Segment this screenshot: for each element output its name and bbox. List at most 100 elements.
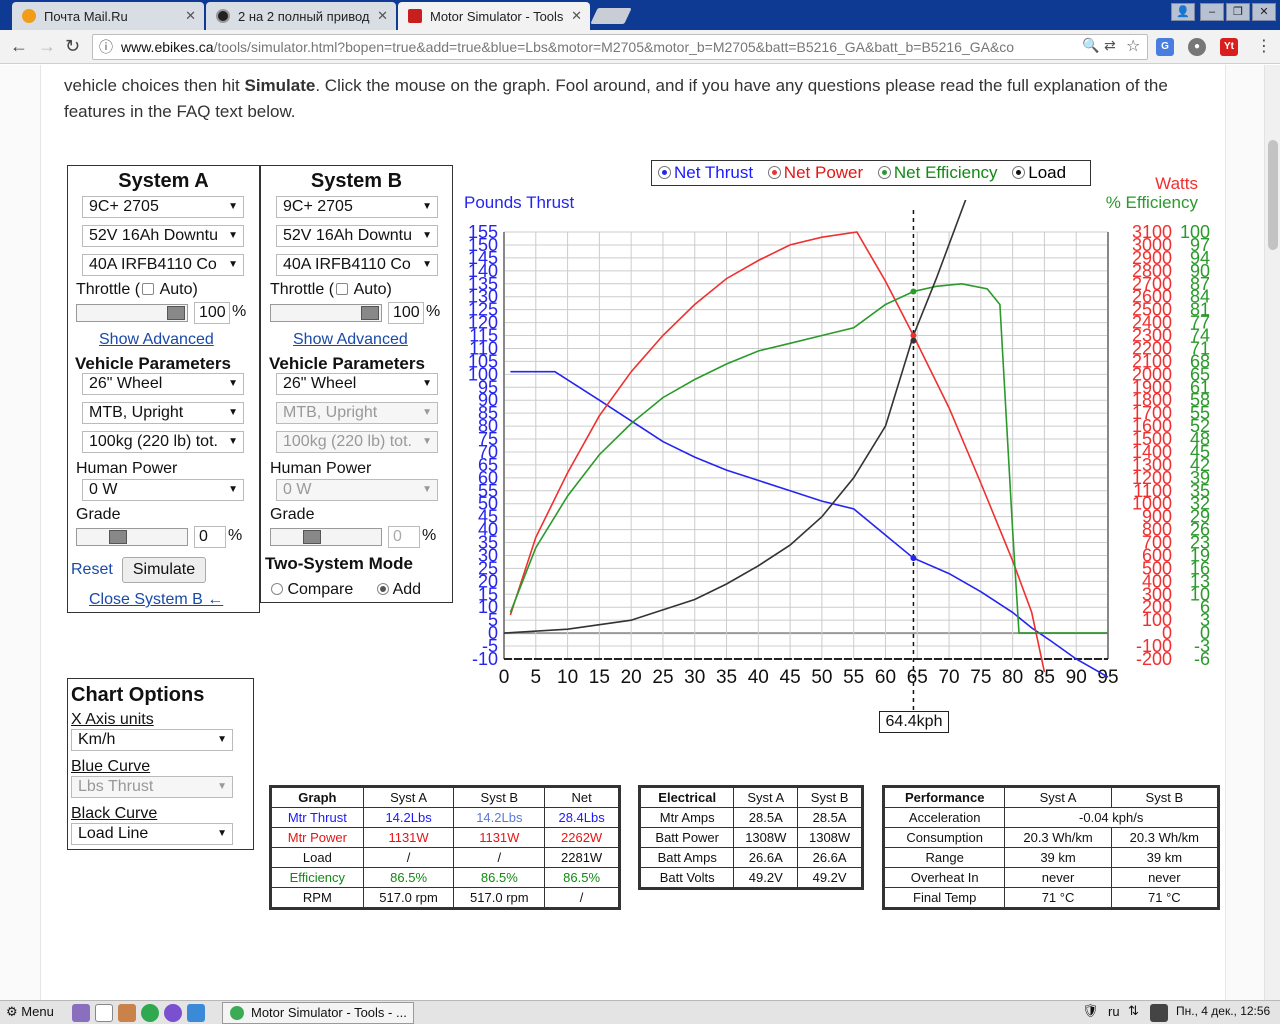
load-marker xyxy=(910,337,917,344)
x-axis-units-select[interactable]: Km/h ▼ xyxy=(71,729,233,751)
table-header: Electrical xyxy=(639,787,735,808)
cell: / xyxy=(544,887,619,908)
power-marker xyxy=(910,332,917,339)
graph-results-table: Graph Syst A Syst B Net Mtr Thrust 14.2L… xyxy=(269,785,621,910)
cell: 14.2Lbs xyxy=(362,807,455,828)
cell: 517.0 rpm xyxy=(362,887,455,908)
x-tick-label: 65 xyxy=(907,667,928,688)
blue-curve-label: Blue Curve xyxy=(71,758,151,775)
cell: 26.6A xyxy=(797,847,862,868)
row-label: Load xyxy=(271,847,364,868)
table-header-row: Performance Syst A Syst B xyxy=(883,787,1219,808)
cell: / xyxy=(453,847,546,868)
row-label: Acceleration xyxy=(883,807,1006,828)
cell: 20.3 Wh/km xyxy=(1110,827,1219,848)
table-row: Batt Amps 26.6A 26.6A xyxy=(639,847,862,868)
cell: 2281W xyxy=(544,847,619,868)
table-header-row: Electrical Syst A Syst B xyxy=(639,787,862,808)
table-header-row: Graph Syst A Syst B Net xyxy=(271,787,619,808)
table-row: Final Temp 71 °C 71 °C xyxy=(883,887,1219,908)
cell: 26.6A xyxy=(733,847,799,868)
table-header: Syst A xyxy=(362,787,455,808)
black-curve-value: Load Line xyxy=(78,825,149,842)
row-label: Overheat In xyxy=(883,867,1006,888)
cell: 1131W xyxy=(453,827,546,848)
black-curve-select[interactable]: Load Line ▼ xyxy=(71,823,233,845)
row-label: Mtr Thrust xyxy=(271,807,364,828)
table-row: Batt Power 1308W 1308W xyxy=(639,827,862,848)
table-row: Efficiency 86.5% 86.5% 86.5% xyxy=(271,867,619,888)
y-efficiency-tick-label: -6 xyxy=(1194,649,1210,669)
chart-options-panel: Chart Options X Axis units Km/h ▼ Blue Cu… xyxy=(67,678,254,850)
keyboard-layout[interactable]: ru xyxy=(1108,1004,1120,1019)
x-tick-label: 0 xyxy=(499,667,510,688)
table-header: Net xyxy=(544,787,619,808)
performance-table: Performance Syst A Syst B Acceleration -0… xyxy=(882,785,1220,910)
cell: 49.2V xyxy=(733,867,799,888)
cell: 39 km xyxy=(1004,847,1112,868)
cell: never xyxy=(1004,867,1112,888)
network-icon[interactable]: ⇅ xyxy=(1128,1003,1139,1019)
x-tick-label: 5 xyxy=(531,667,542,688)
row-label: Final Temp xyxy=(883,887,1006,908)
row-label: Mtr Power xyxy=(271,827,364,848)
table-row: Mtr Thrust 14.2Lbs 14.2Lbs 28.4Lbs xyxy=(271,807,619,828)
cell: / xyxy=(362,847,455,868)
file-manager-icon[interactable] xyxy=(118,1004,136,1022)
cell: 86.5% xyxy=(453,867,546,888)
table-row: Overheat In never never xyxy=(883,867,1219,888)
menu-label: Menu xyxy=(21,1004,54,1019)
y-left-axis-title: Pounds Thrust xyxy=(464,193,575,212)
os-taskbar: ⚙ Menu Motor Simulator - Tools - ... 🛡 r… xyxy=(0,1000,1280,1024)
row-label: Range xyxy=(883,847,1006,868)
blue-curve-select: Lbs Thrust ▼ xyxy=(71,776,233,798)
table-row: Range 39 km 39 km xyxy=(883,847,1219,868)
cell: 20.3 Wh/km xyxy=(1004,827,1112,848)
table-header: Syst A xyxy=(733,787,799,808)
text-editor-icon[interactable] xyxy=(95,1004,113,1022)
table-header: Syst B xyxy=(1110,787,1219,808)
table-row: Acceleration -0.04 kph/s xyxy=(883,807,1218,828)
dropdown-arrow-icon: ▼ xyxy=(217,781,227,792)
cell: 1308W xyxy=(797,827,862,848)
thrust-marker xyxy=(910,555,917,562)
pen-icon[interactable] xyxy=(1150,1004,1168,1022)
x-axis-units-label: X Axis units xyxy=(71,711,154,728)
cell: 2262W xyxy=(544,827,619,848)
table-header: Syst B xyxy=(797,787,862,808)
cursor-speed-label: 64.4kph xyxy=(879,711,949,733)
x-tick-label: 55 xyxy=(843,667,864,688)
row-label: Batt Volts xyxy=(639,867,735,888)
chart-options-title: Chart Options xyxy=(71,684,205,706)
y-watts-axis-title: Watts xyxy=(1155,174,1198,193)
dropdown-arrow-icon: ▼ xyxy=(217,828,227,839)
row-label: Mtr Amps xyxy=(639,807,735,828)
taskbar-window-chrome[interactable]: Motor Simulator - Tools - ... xyxy=(222,1002,414,1024)
shield-icon[interactable]: 🛡 xyxy=(1082,1003,1099,1019)
table-header: Syst A xyxy=(1004,787,1112,808)
x-tick-label: 20 xyxy=(621,667,642,688)
x-tick-label: 90 xyxy=(1066,667,1087,688)
x-axis-units-value: Km/h xyxy=(78,731,116,748)
cell: 71 °C xyxy=(1004,887,1112,908)
row-label: RPM xyxy=(271,887,364,908)
table-row: Load / / 2281W xyxy=(271,847,619,868)
cell: 39 km xyxy=(1110,847,1219,868)
row-label: Efficiency xyxy=(271,867,364,888)
x-tick-label: 30 xyxy=(684,667,705,688)
show-desktop-icon[interactable] xyxy=(72,1004,90,1022)
chrome-icon[interactable] xyxy=(141,1004,159,1022)
cell: 1131W xyxy=(362,827,455,848)
x-tick-label: 60 xyxy=(875,667,896,688)
taskbar-window-title: Motor Simulator - Tools - ... xyxy=(251,1005,407,1020)
x-tick-label: 80 xyxy=(1002,667,1023,688)
table-row: Mtr Power 1131W 1131W 2262W xyxy=(271,827,619,848)
chrome-icon xyxy=(230,1006,244,1020)
x-tick-label: 10 xyxy=(557,667,578,688)
start-menu-button[interactable]: ⚙ Menu xyxy=(6,1004,54,1020)
cell: -0.04 kph/s xyxy=(1004,807,1218,828)
app-icon[interactable] xyxy=(187,1004,205,1022)
table-row: Batt Volts 49.2V 49.2V xyxy=(639,867,862,888)
viber-icon[interactable] xyxy=(164,1004,182,1022)
cell: 1308W xyxy=(733,827,799,848)
